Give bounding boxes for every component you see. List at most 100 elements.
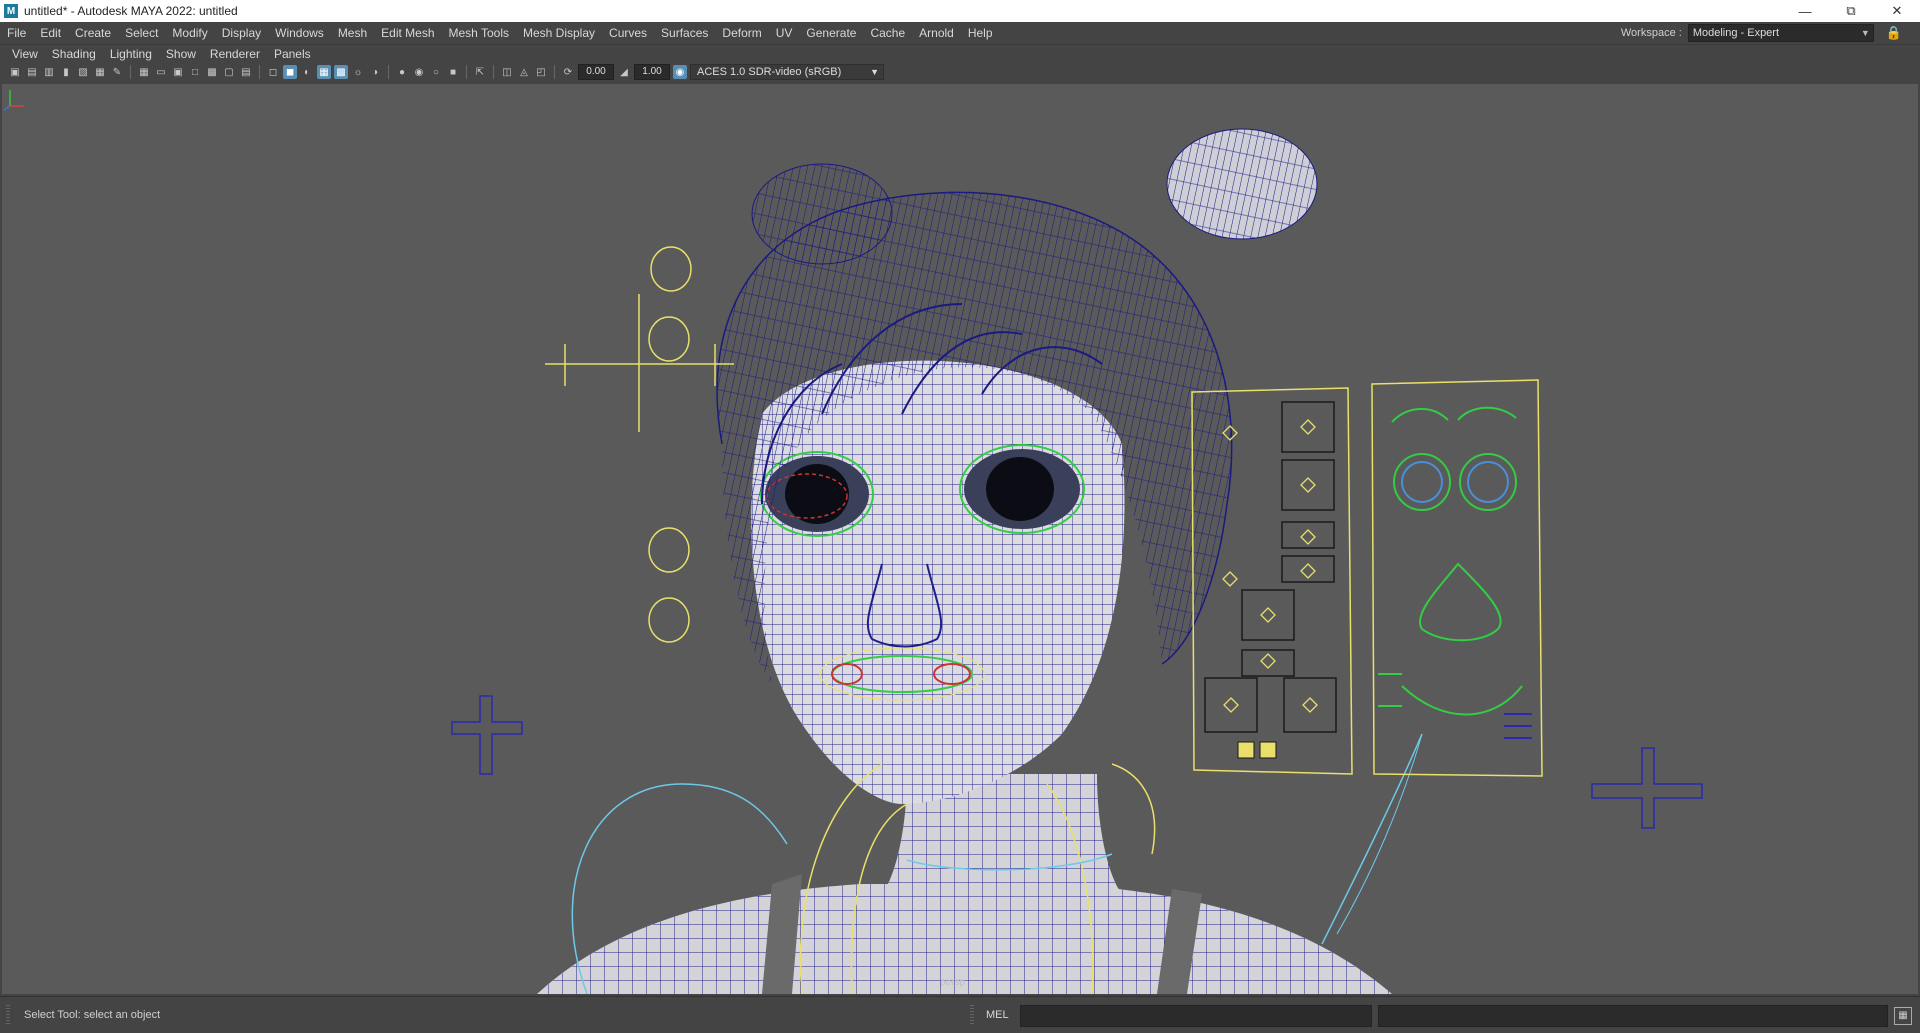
exposure-field[interactable]: 0.00 <box>578 64 614 80</box>
viewport-scene <box>451 128 1703 994</box>
panel-menu-lighting[interactable]: Lighting <box>103 47 159 61</box>
maya-app-icon: M <box>4 4 18 18</box>
exposure-icon[interactable]: ⟳ <box>561 65 575 79</box>
workspace-label: Workspace : <box>1620 27 1682 39</box>
perspective-viewport[interactable]: persp <box>2 84 1918 994</box>
menu-edit-mesh[interactable]: Edit Mesh <box>374 22 441 44</box>
workspace-selector: Workspace : Modeling - Expert ▼ 🔒 <box>1621 22 1902 44</box>
help-line: Select Tool: select an object <box>24 1009 161 1021</box>
command-line-bar: Select Tool: select an object MEL ▦ <box>0 996 1920 1033</box>
menu-cache[interactable]: Cache <box>863 22 912 44</box>
color-management-icon[interactable]: ◉ <box>673 65 687 79</box>
chevron-down-icon: ▼ <box>1860 28 1870 38</box>
menu-curves[interactable]: Curves <box>602 22 654 44</box>
restore-button[interactable]: ⧉ <box>1828 0 1874 22</box>
workspace-dropdown[interactable]: Modeling - Expert ▼ <box>1687 24 1874 42</box>
panel-menu-bar: View Shading Lighting Show Renderer Pane… <box>0 44 1920 63</box>
grip-handle[interactable] <box>970 1005 974 1025</box>
gate-mask-icon[interactable]: □ <box>188 65 202 79</box>
menu-windows[interactable]: Windows <box>268 22 331 44</box>
menu-select[interactable]: Select <box>118 22 165 44</box>
menu-arnold[interactable]: Arnold <box>912 22 961 44</box>
view-transform-value: ACES 1.0 SDR-video (sRGB) <box>697 66 842 78</box>
window-controls: — ⧉ ✕ <box>1782 0 1920 22</box>
script-language-toggle[interactable]: MEL <box>986 997 1009 1033</box>
gamma-field[interactable]: 1.00 <box>634 64 670 80</box>
depth-of-field-icon[interactable]: ■ <box>446 65 460 79</box>
minimize-button[interactable]: — <box>1782 0 1828 22</box>
blue-cross-control-left <box>451 695 523 775</box>
multisample-aa-icon[interactable]: ○ <box>429 65 443 79</box>
panel-toolbar: ▣ ▤ ▥ ▮ ▧ ▦ ✎ ▦ ▭ ▣ □ ▩ ▢ ▤ ◻ ◼ ◐ ▦ ▩ ☼ … <box>0 62 1920 82</box>
grip-handle[interactable] <box>6 1005 10 1025</box>
textured-icon[interactable]: ▩ <box>334 65 348 79</box>
menu-mesh-display[interactable]: Mesh Display <box>516 22 602 44</box>
smooth-shade-icon[interactable]: ◼ <box>283 65 297 79</box>
isolate-select-icon[interactable]: ⇱ <box>473 65 487 79</box>
facial-control-panel-face <box>1371 379 1543 777</box>
default-material-icon[interactable]: ◐ <box>300 65 314 79</box>
use-all-lights-icon[interactable]: ☼ <box>351 65 365 79</box>
menu-uv[interactable]: UV <box>769 22 800 44</box>
close-button[interactable]: ✕ <box>1874 0 1920 22</box>
script-editor-icon[interactable]: ▦ <box>1894 1007 1912 1025</box>
restore-icon: ⧉ <box>1846 3 1856 18</box>
workspace-value: Modeling - Expert <box>1692 27 1780 39</box>
chevron-down-icon: ▼ <box>870 67 879 77</box>
menu-edit[interactable]: Edit <box>33 22 68 44</box>
menu-help[interactable]: Help <box>961 22 1000 44</box>
menu-modify[interactable]: Modify <box>165 22 214 44</box>
toolbar-separator <box>388 65 389 79</box>
xray-active-components-icon[interactable]: ◬ <box>517 65 531 79</box>
toolbar-separator <box>259 65 260 79</box>
resolution-gate-icon[interactable]: ▣ <box>171 65 185 79</box>
menu-generate[interactable]: Generate <box>799 22 863 44</box>
menu-deform[interactable]: Deform <box>715 22 768 44</box>
motion-blur-icon[interactable]: ◉ <box>412 65 426 79</box>
image-plane-icon[interactable]: ▧ <box>76 65 90 79</box>
toolbar-separator <box>554 65 555 79</box>
menu-mesh-tools[interactable]: Mesh Tools <box>442 22 516 44</box>
command-input-field[interactable] <box>1020 1005 1372 1027</box>
wireframe-on-shaded-icon[interactable]: ▦ <box>317 65 331 79</box>
title-bar: M untitled* - Autodesk MAYA 2022: untitl… <box>0 0 1920 22</box>
view-transform-dropdown[interactable]: ACES 1.0 SDR-video (sRGB) ▼ <box>690 64 884 80</box>
camera-name-label: persp <box>940 977 966 988</box>
command-result-field <box>1378 1005 1888 1027</box>
2d-pan-zoom-icon[interactable]: ▦ <box>93 65 107 79</box>
lock-camera-icon[interactable]: ▤ <box>25 65 39 79</box>
panel-menu-view[interactable]: View <box>5 47 45 61</box>
menu-create[interactable]: Create <box>68 22 118 44</box>
menu-file[interactable]: File <box>0 22 33 44</box>
film-gate-icon[interactable]: ▭ <box>154 65 168 79</box>
eye-right <box>959 444 1085 534</box>
axis-gizmo-icon <box>3 90 24 111</box>
menu-mesh[interactable]: Mesh <box>331 22 374 44</box>
panel-menu-renderer[interactable]: Renderer <box>203 47 267 61</box>
xray-icon[interactable]: ◫ <box>500 65 514 79</box>
grid-icon[interactable]: ▦ <box>137 65 151 79</box>
toolbar-separator <box>130 65 131 79</box>
xray-joints-icon[interactable]: ◰ <box>534 65 548 79</box>
panel-menu-show[interactable]: Show <box>159 47 203 61</box>
shadows-icon[interactable]: ◑ <box>368 65 382 79</box>
field-chart-icon[interactable]: ▩ <box>205 65 219 79</box>
gamma-icon[interactable]: ◢ <box>617 65 631 79</box>
bookmarks-icon[interactable]: ▮ <box>59 65 73 79</box>
close-icon: ✕ <box>1891 3 1903 18</box>
toolbar-separator <box>466 65 467 79</box>
wireframe-icon[interactable]: ◻ <box>266 65 280 79</box>
screen-space-ao-icon[interactable]: ● <box>395 65 409 79</box>
minimize-icon: — <box>1798 3 1812 19</box>
lock-icon[interactable]: 🔒 <box>1886 25 1902 41</box>
select-camera-icon[interactable]: ▣ <box>8 65 22 79</box>
panel-menu-shading[interactable]: Shading <box>45 47 103 61</box>
toolbar-separator <box>493 65 494 79</box>
menu-display[interactable]: Display <box>215 22 268 44</box>
menu-surfaces[interactable]: Surfaces <box>654 22 715 44</box>
camera-attributes-icon[interactable]: ▥ <box>42 65 56 79</box>
panel-menu-panels[interactable]: Panels <box>267 47 318 61</box>
safe-title-icon[interactable]: ▤ <box>239 65 253 79</box>
grease-pencil-icon[interactable]: ✎ <box>110 65 124 79</box>
safe-action-icon[interactable]: ▢ <box>222 65 236 79</box>
